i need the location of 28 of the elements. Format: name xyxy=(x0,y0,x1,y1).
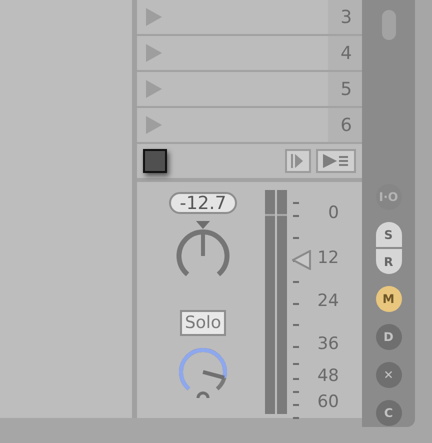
scene-number: 6 xyxy=(328,108,362,142)
meter-scale-label: 0 xyxy=(328,203,339,223)
solo-button[interactable]: Solo xyxy=(180,310,226,336)
scrollbar-thumb[interactable] xyxy=(382,10,396,40)
track-toggle-button[interactable]: ✕ xyxy=(376,362,402,388)
stop-button[interactable] xyxy=(143,149,167,173)
volume-readout[interactable]: -12.7 xyxy=(169,192,237,214)
scene-number: 4 xyxy=(328,36,362,70)
meter-scale-label: 60 xyxy=(317,392,339,412)
play-from-start-button[interactable] xyxy=(285,149,311,173)
meter-scale-label: 36 xyxy=(317,334,339,354)
scene-number: 3 xyxy=(328,0,362,34)
track-toggle-button[interactable]: C xyxy=(376,400,402,426)
track-toggle-button[interactable]: D xyxy=(376,324,402,350)
meter-scale-label: 24 xyxy=(317,291,339,311)
track-toggle-button[interactable]: M xyxy=(376,286,402,312)
track-toggle-button[interactable]: R xyxy=(376,249,402,274)
volume-fader-arrow[interactable] xyxy=(292,250,312,270)
play-list-icon xyxy=(322,153,350,169)
play-icon[interactable] xyxy=(146,116,162,134)
scene-number: 5 xyxy=(328,72,362,106)
play-icon[interactable] xyxy=(146,44,162,62)
meter-scale-label: 48 xyxy=(317,366,339,386)
meter-scale-label: 12 xyxy=(317,248,339,268)
play-icon[interactable] xyxy=(146,80,162,98)
track-toggle-button[interactable]: S xyxy=(376,222,402,247)
play-list-button[interactable] xyxy=(316,149,356,173)
play-icon[interactable] xyxy=(146,8,162,26)
